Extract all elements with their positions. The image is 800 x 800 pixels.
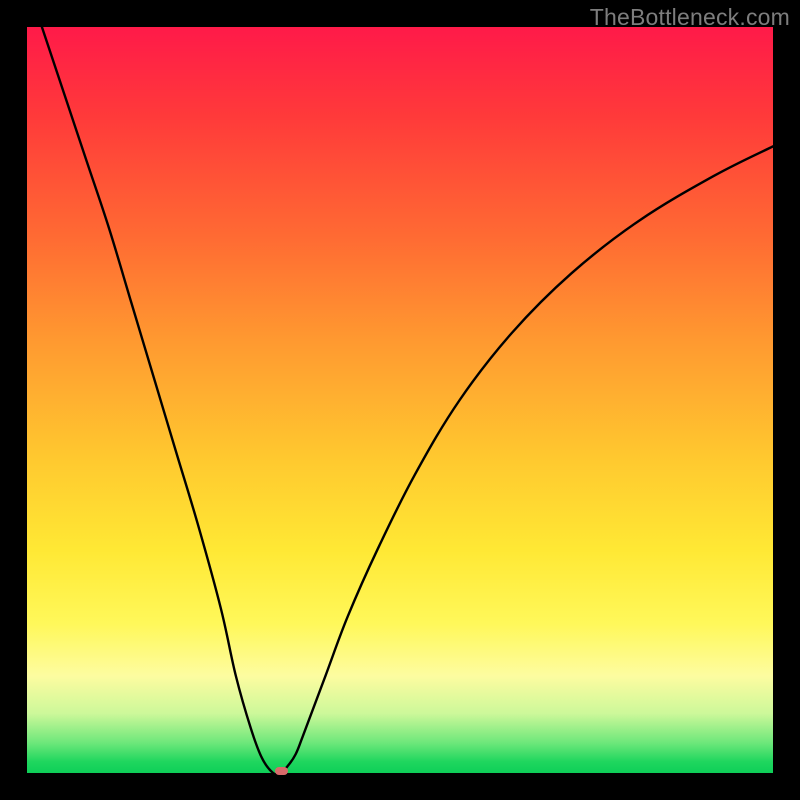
- watermark-text: TheBottleneck.com: [590, 4, 790, 31]
- plot-area: [27, 27, 773, 773]
- bottleneck-curve: [27, 27, 773, 773]
- optimal-marker: [275, 767, 288, 775]
- curve-path: [42, 27, 773, 773]
- chart-frame: TheBottleneck.com: [0, 0, 800, 800]
